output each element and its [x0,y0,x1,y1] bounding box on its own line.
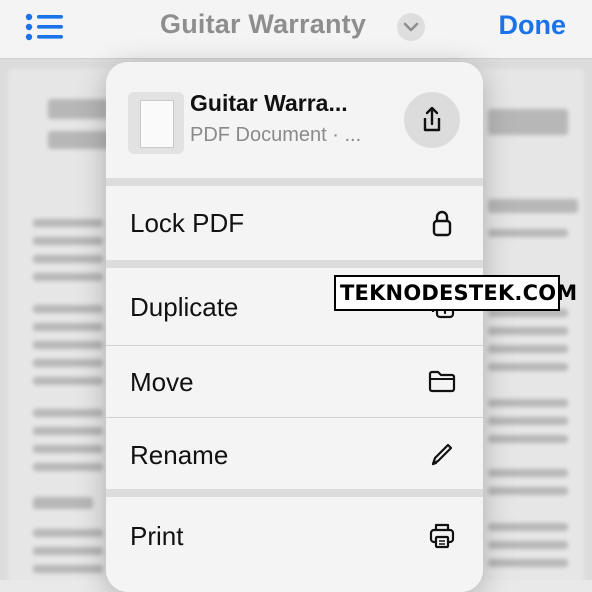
menu-item-label: Rename [130,440,229,470]
pencil-icon [427,439,457,469]
share-icon [423,106,441,132]
chevron-down-icon[interactable] [397,13,425,41]
menu-item-label: Lock PDF [130,208,245,238]
share-button[interactable] [404,92,460,148]
lock-icon [427,208,457,238]
menu-item-rename[interactable]: Rename [106,418,483,489]
watermark-text: TEKNODESTEK.COM [340,281,578,305]
file-thumbnail [128,92,184,154]
done-button[interactable]: Done [499,10,567,41]
menu-item-print[interactable]: Print [106,497,483,592]
printer-icon [427,521,457,551]
menu-item-label: Duplicate [130,292,239,322]
menu-item-label: Print [130,521,184,551]
file-meta: PDF Document · ... [190,124,362,146]
folder-icon [427,366,457,396]
menu-item-move[interactable]: Move [106,346,483,417]
menu-header: Guitar Warra... PDF Document · ... [106,62,483,178]
watermark: TEKNODESTEK.COM [334,275,577,311]
file-actions-menu: Guitar Warra... PDF Document · ... Lock … [106,62,483,592]
list-icon[interactable] [24,12,66,42]
menu-item-lock-pdf[interactable]: Lock PDF [106,186,483,260]
menu-item-label: Move [130,367,194,397]
page-title[interactable]: Guitar Warranty [160,9,366,40]
file-name: Guitar Warra... [190,90,348,116]
nav-bar: Guitar Warranty Done [0,0,592,59]
